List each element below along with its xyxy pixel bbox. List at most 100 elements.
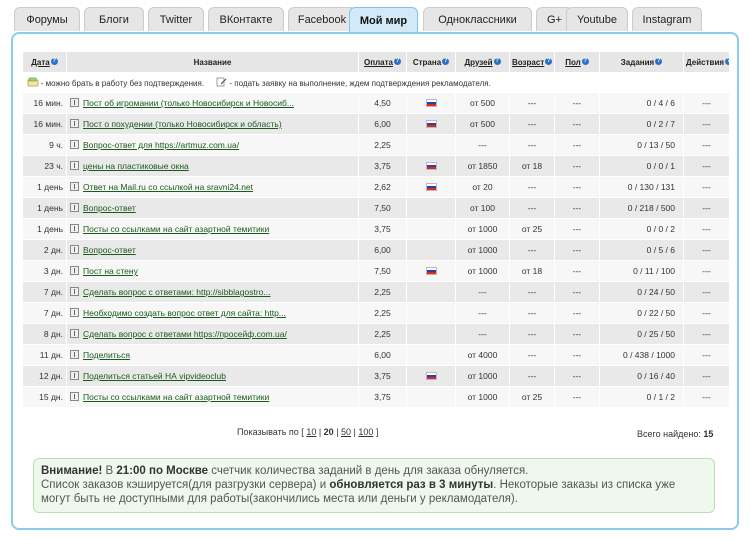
notice-text: В bbox=[102, 465, 117, 477]
col-age-label[interactable]: Возраст bbox=[512, 58, 544, 67]
row-tasks: 0 / 24 / 50 bbox=[599, 281, 684, 303]
row-tasks: 0 / 0 / 1 bbox=[599, 155, 684, 177]
order-link[interactable]: Пост на стену bbox=[83, 266, 138, 276]
order-link[interactable]: цены на пластиковые окна bbox=[83, 161, 189, 171]
tab-youtube[interactable]: Youtube bbox=[566, 7, 628, 31]
document-icon[interactable] bbox=[70, 98, 79, 107]
col-date-label[interactable]: Дата bbox=[31, 58, 50, 67]
row-actions: --- bbox=[683, 113, 730, 135]
col-age[interactable]: Возраст? bbox=[509, 51, 555, 73]
row-friends: от 1000 bbox=[455, 260, 510, 282]
order-link[interactable]: Поделиться bbox=[83, 350, 130, 360]
row-name: Сделать вопрос с ответами: http://sibbla… bbox=[66, 281, 359, 303]
row-actions: --- bbox=[683, 218, 730, 240]
tab-blogs[interactable]: Блоги bbox=[84, 7, 144, 31]
tab-twitter[interactable]: Twitter bbox=[148, 7, 204, 31]
col-date[interactable]: Дата? bbox=[22, 51, 67, 73]
document-icon[interactable] bbox=[70, 371, 79, 380]
order-link[interactable]: Вопрос-ответ для https://artmuz.com.ua/ bbox=[83, 140, 239, 150]
order-link[interactable]: Пост об игромании (только Новосибирск и … bbox=[83, 98, 294, 108]
row-friends: от 1000 bbox=[455, 386, 510, 408]
order-link[interactable]: Сделать вопрос с ответами: http://sibbla… bbox=[83, 287, 270, 297]
document-icon[interactable] bbox=[70, 203, 79, 212]
order-link[interactable]: Посты со ссылками на сайт азартной темит… bbox=[83, 392, 269, 402]
row-tasks: 0 / 25 / 50 bbox=[599, 323, 684, 345]
tab-facebook[interactable]: Facebook bbox=[288, 7, 356, 31]
document-icon[interactable] bbox=[70, 140, 79, 149]
page-size-100[interactable]: 100 bbox=[358, 427, 373, 437]
col-friends[interactable]: Друзей? bbox=[455, 51, 510, 73]
col-gender[interactable]: Пол? bbox=[554, 51, 600, 73]
row-name: Вопрос-ответ bbox=[66, 239, 359, 261]
row-tasks: 0 / 22 / 50 bbox=[599, 302, 684, 324]
row-friends: от 100 bbox=[455, 197, 510, 219]
row-pay: 2,25 bbox=[358, 281, 407, 303]
table-row: 7 дн. Необходимо создать вопрос ответ для… bbox=[22, 302, 730, 324]
row-country bbox=[406, 113, 456, 135]
row-age: --- bbox=[509, 344, 555, 366]
order-link[interactable]: Необходимо создать вопрос ответ для сайт… bbox=[83, 308, 286, 318]
document-icon[interactable] bbox=[70, 266, 79, 275]
info-icon: ? bbox=[725, 57, 729, 65]
order-link[interactable]: Пост о похудении (только Новосибирск и о… bbox=[83, 119, 282, 129]
row-gender: --- bbox=[554, 302, 600, 324]
document-icon[interactable] bbox=[70, 161, 79, 170]
col-friends-label[interactable]: Друзей bbox=[464, 58, 492, 67]
row-actions: --- bbox=[683, 239, 730, 261]
tab-odnoklassniki[interactable]: Одноклассники bbox=[423, 7, 532, 31]
row-gender: --- bbox=[554, 386, 600, 408]
col-tasks: Задания? bbox=[599, 51, 684, 73]
row-friends: от 1850 bbox=[455, 155, 510, 177]
row-friends: от 500 bbox=[455, 113, 510, 135]
row-country bbox=[406, 365, 456, 387]
row-age: --- bbox=[509, 281, 555, 303]
document-icon[interactable] bbox=[70, 224, 79, 233]
document-icon[interactable] bbox=[70, 182, 79, 191]
info-icon: ? bbox=[493, 57, 501, 65]
row-date: 8 дн. bbox=[22, 323, 67, 345]
row-name: Сделать вопрос с ответами https://просей… bbox=[66, 323, 359, 345]
tab-forums[interactable]: Форумы bbox=[14, 7, 80, 31]
order-link[interactable]: Вопрос-ответ bbox=[83, 245, 136, 255]
info-icon: ? bbox=[50, 57, 58, 65]
legend-need-confirm: - подать заявку на выполнение, ждем подт… bbox=[229, 79, 491, 88]
order-link[interactable]: Ответ на Mail.ru со ссылкой на sravni24.… bbox=[83, 182, 253, 192]
document-icon[interactable] bbox=[70, 329, 79, 338]
col-gender-label[interactable]: Пол bbox=[565, 58, 581, 67]
document-icon[interactable] bbox=[70, 245, 79, 254]
row-name: Необходимо создать вопрос ответ для сайт… bbox=[66, 302, 359, 324]
row-name: Вопрос-ответ bbox=[66, 197, 359, 219]
tab-vkontakte[interactable]: ВКонтакте bbox=[208, 7, 284, 31]
page-size-10[interactable]: 10 bbox=[306, 427, 316, 437]
row-name: Ответ на Mail.ru со ссылкой на sravni24.… bbox=[66, 176, 359, 198]
total-found-label: Всего найдено: bbox=[637, 429, 701, 439]
row-tasks: 0 / 438 / 1000 bbox=[599, 344, 684, 366]
page-size-50[interactable]: 50 bbox=[341, 427, 351, 437]
col-pay[interactable]: Оплата? bbox=[358, 51, 407, 73]
document-icon[interactable] bbox=[70, 350, 79, 359]
row-country bbox=[406, 176, 456, 198]
order-link[interactable]: Посты со ссылками на сайт азартной темит… bbox=[83, 224, 269, 234]
row-actions: --- bbox=[683, 281, 730, 303]
order-link[interactable]: Поделиться статьей НА vipvideoclub bbox=[83, 371, 226, 381]
tab-label: Instagram bbox=[642, 13, 692, 26]
order-link[interactable]: Вопрос-ответ bbox=[83, 203, 136, 213]
row-name: Поделиться статьей НА vipvideoclub bbox=[66, 365, 359, 387]
order-link[interactable]: Сделать вопрос с ответами https://просей… bbox=[83, 329, 287, 339]
document-icon[interactable] bbox=[70, 287, 79, 296]
row-friends: --- bbox=[455, 134, 510, 156]
document-icon[interactable] bbox=[70, 308, 79, 317]
row-gender: --- bbox=[554, 323, 600, 345]
row-actions: --- bbox=[683, 365, 730, 387]
row-pay: 2,62 bbox=[358, 176, 407, 198]
tab-instagram[interactable]: Instagram bbox=[632, 7, 702, 31]
col-pay-label[interactable]: Оплата bbox=[364, 58, 393, 67]
table-row: 15 дн. Посты со ссылками на сайт азартной… bbox=[22, 386, 730, 408]
table-row: 12 дн. Поделиться статьей НА vipvideoclub… bbox=[22, 365, 730, 387]
row-country bbox=[406, 344, 456, 366]
document-icon[interactable] bbox=[70, 119, 79, 128]
document-icon[interactable] bbox=[70, 392, 79, 401]
russia-flag-icon bbox=[425, 267, 437, 275]
row-pay: 3,75 bbox=[358, 155, 407, 177]
tab-moy-mir[interactable]: Мой мир bbox=[349, 7, 418, 34]
